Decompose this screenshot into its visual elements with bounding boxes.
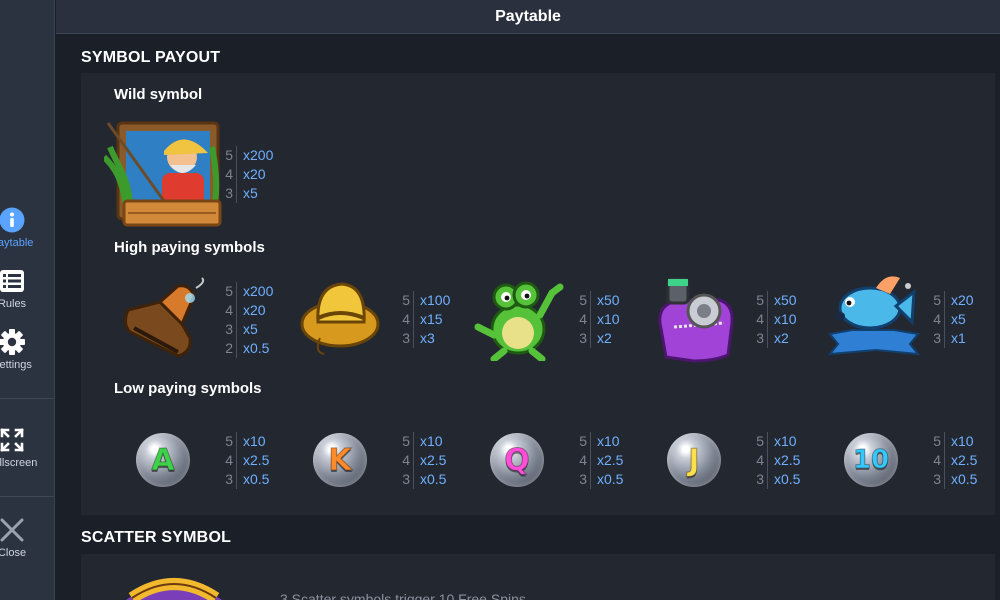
fish-icon: [826, 272, 921, 363]
payout-row: 3 x5: [225, 185, 258, 201]
payout-row: 3 x0.5: [933, 471, 978, 487]
sidebar: Paytable Rules: [0, 0, 55, 600]
payout-row: 4 x2.5: [402, 452, 447, 468]
section-title-symbol-payout: SYMBOL PAYOUT: [81, 49, 221, 66]
payout-row: 4 x2.5: [933, 452, 978, 468]
header: Paytable: [56, 0, 1000, 34]
letter-k-icon: K: [313, 433, 367, 487]
sidebar-item-paytable[interactable]: Paytable: [0, 205, 54, 265]
payout-row: 3 x2: [756, 330, 789, 346]
sidebar-item-fullscreen[interactable]: Fullscreen: [0, 425, 54, 485]
fisherman-wild-icon: [101, 117, 224, 234]
payout-row: 4 x2.5: [225, 452, 270, 468]
payout-row: 4 x10: [756, 311, 797, 327]
frog-payout-list: 5 x50 4 x10 3 x2: [579, 291, 620, 348]
payout-row: 3 x1: [933, 330, 966, 346]
hat-icon: [300, 278, 384, 363]
payout-row: 5 x10: [579, 433, 620, 449]
sidebar-item-label: Settings: [0, 359, 32, 371]
payout-row: 5 x50: [756, 292, 797, 308]
scatter-description: 3 Scatter symbols trigger 10 Free Spins: [280, 591, 526, 600]
payout-row: 4 x20: [225, 166, 266, 182]
payout-row: 4 x2.5: [756, 452, 801, 468]
symbol-letter: Q: [504, 442, 530, 478]
sidebar-divider: [0, 398, 54, 399]
payout-row: 3 x0.5: [225, 471, 270, 487]
backpack-icon: [654, 275, 740, 368]
letter-j-icon: J: [667, 433, 721, 487]
high-paying-title: High paying symbols: [114, 239, 265, 256]
page-title: Paytable: [495, 7, 561, 25]
scatter-icon: [124, 572, 224, 600]
payout-row: 5 x50: [579, 292, 620, 308]
sidebar-item-close[interactable]: Close: [0, 515, 54, 575]
close-icon: [0, 516, 26, 544]
section-title-scatter: SCATTER SYMBOL: [81, 529, 232, 546]
payout-row: 5 x10: [756, 433, 797, 449]
payout-row: 2 x0.5: [225, 340, 270, 356]
payout-row: 5 x10: [225, 433, 266, 449]
list-icon: [0, 267, 26, 295]
sidebar-item-label: Rules: [0, 298, 27, 310]
sidebar-item-label: Fullscreen: [0, 457, 38, 469]
number-10-payout-list: 5 x10 4 x2.5 3 x0.5: [933, 432, 978, 489]
low-paying-title: Low paying symbols: [114, 380, 262, 397]
symbol-letter: A: [151, 442, 175, 478]
boot-payout-list: 5 x200 4 x20 3 x5 2 x0.5: [225, 282, 274, 358]
letter-k-payout-list: 5 x10 4 x2.5 3 x0.5: [402, 432, 447, 489]
sidebar-item-rules[interactable]: Rules: [0, 266, 54, 326]
number-10-icon: 10: [844, 433, 898, 487]
sidebar-item-label: Paytable: [0, 237, 34, 249]
wild-symbol-title: Wild symbol: [114, 86, 203, 103]
fish-payout-list: 5 x20 4 x5 3 x1: [933, 291, 974, 348]
letter-q-payout-list: 5 x10 4 x2.5 3 x0.5: [579, 432, 624, 489]
symbol-letter: 10: [852, 445, 890, 476]
letter-a-payout-list: 5 x10 4 x2.5 3 x0.5: [225, 432, 270, 489]
payout-row: 3 x0.5: [756, 471, 801, 487]
payout-row: 3 x5: [225, 321, 258, 337]
payout-row: 4 x15: [402, 311, 443, 327]
payout-row: 5 x10: [402, 433, 443, 449]
boot-icon: [120, 276, 210, 365]
payout-row: 5 x100: [402, 292, 451, 308]
hat-payout-list: 5 x100 4 x15 3 x3: [402, 291, 451, 348]
payout-row: 3 x0.5: [579, 471, 624, 487]
payout-row: 3 x2: [579, 330, 612, 346]
payout-row: 5 x20: [933, 292, 974, 308]
letter-a-icon: A: [136, 433, 190, 487]
payout-row: 3 x3: [402, 330, 435, 346]
payout-row: 4 x10: [579, 311, 620, 327]
fullscreen-icon: [0, 426, 26, 454]
sidebar-item-settings[interactable]: Settings: [0, 327, 54, 387]
frog-icon: [474, 275, 564, 366]
payout-row: 3 x0.5: [402, 471, 447, 487]
letter-j-payout-list: 5 x10 4 x2.5 3 x0.5: [756, 432, 801, 489]
wild-payout-list: 5 x200 4 x20 3 x5: [225, 146, 274, 203]
payout-row: 4 x5: [933, 311, 966, 327]
symbol-letter: K: [328, 442, 352, 478]
payout-row: 4 x2.5: [579, 452, 624, 468]
symbol-letter: J: [688, 442, 700, 478]
payout-row: 5 x200: [225, 147, 274, 163]
payout-row: 5 x10: [933, 433, 974, 449]
payout-row: 4 x20: [225, 302, 266, 318]
sidebar-item-label: Close: [0, 547, 27, 559]
letter-q-icon: Q: [490, 433, 544, 487]
info-icon: [0, 206, 26, 234]
backpack-payout-list: 5 x50 4 x10 3 x2: [756, 291, 797, 348]
sidebar-divider: [0, 496, 54, 497]
payout-row: 5 x200: [225, 283, 274, 299]
gear-icon: [0, 328, 26, 356]
